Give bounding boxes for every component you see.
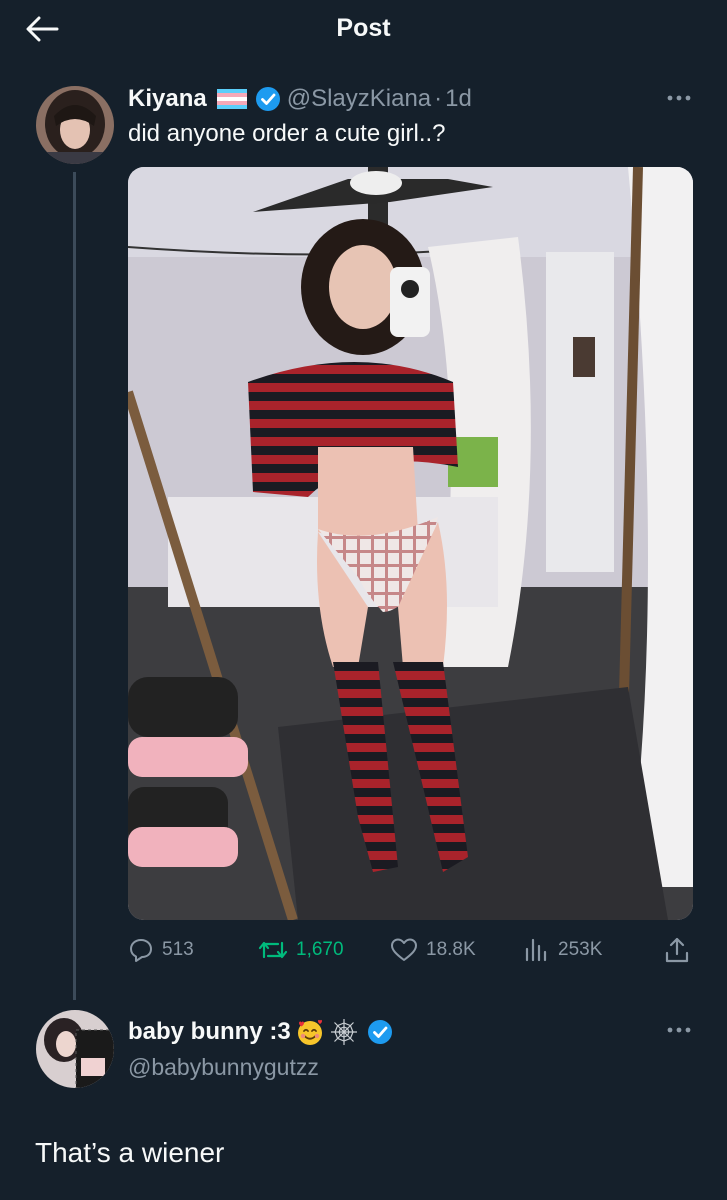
separator-dot: · [434,85,443,112]
reply-count: 513 [162,939,194,960]
more-options-button[interactable] [664,88,694,108]
reply-icon [130,939,152,962]
reply-author-handle[interactable]: @babybunnygutzz [128,1054,319,1081]
author-name[interactable]: Kiyana [128,85,207,113]
ellipsis-icon [667,95,691,101]
share-icon [665,937,689,963]
share-button[interactable] [664,932,698,968]
verified-badge-icon [367,1020,392,1044]
reply-author-line: baby bunny :3 [128,1015,393,1049]
reply-author-name[interactable]: baby bunny :3 [128,1018,291,1046]
reply-button[interactable]: 513 [128,932,194,968]
retweet-icon [258,941,288,959]
tweet-text: did anyone order a cute girl..? [128,120,446,147]
thread-line [73,172,76,1000]
retweet-count: 1,670 [296,939,344,960]
reply-author-avatar[interactable] [36,1010,114,1088]
bar-chart-icon [525,938,547,962]
like-count: 18.8K [426,939,476,960]
views-button[interactable]: 253K [524,932,602,968]
heart-icon [391,938,417,961]
ellipsis-icon [667,1027,691,1033]
trans-flag-icon [216,89,247,109]
reply-more-options-button[interactable] [664,1020,694,1040]
spider-web-icon [330,1019,357,1045]
author-avatar[interactable] [36,86,114,164]
tweet-actions: 513 1,670 18.8K 253K [128,932,693,968]
top-header: Post [0,0,727,58]
author-handle[interactable]: @SlayzKiana [287,85,431,113]
like-button[interactable]: 18.8K [390,932,476,968]
reply-text: That’s a wiener [35,1137,225,1168]
post-time[interactable]: 1d [445,85,472,113]
retweet-button[interactable]: 1,670 [258,932,344,968]
tweet-author-line: Kiyana @SlayzKiana · 1d [128,84,472,114]
page-title: Post [336,14,391,42]
verified-badge-icon [255,87,280,111]
tweet-media-image[interactable] [128,167,693,920]
view-count: 253K [558,939,603,960]
smiling-face-with-hearts-icon [297,1019,322,1045]
